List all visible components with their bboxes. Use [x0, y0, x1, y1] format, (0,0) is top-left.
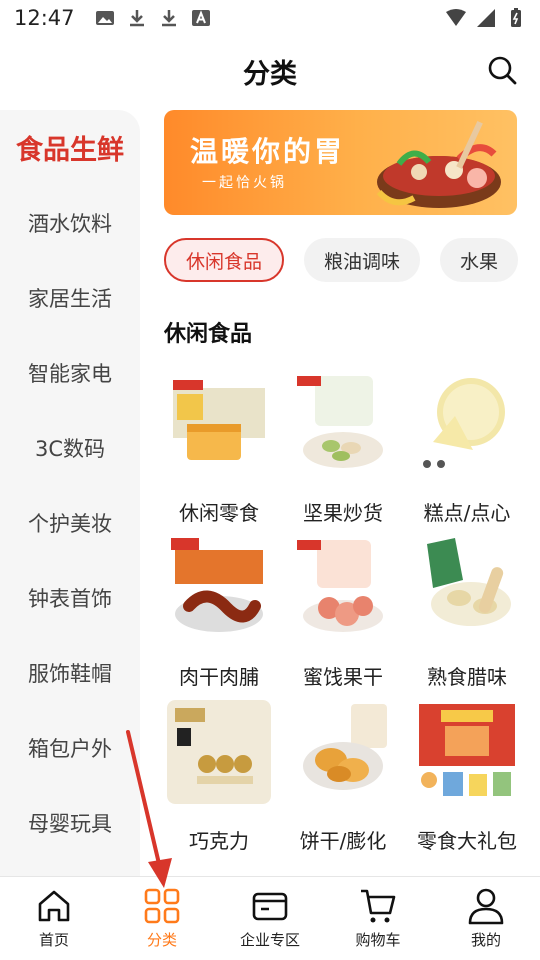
nav-enterprise[interactable]: 企业专区 — [216, 877, 324, 960]
status-time: 12:47 — [14, 6, 75, 30]
grid-item-label: 饼干/膨化 — [299, 829, 387, 853]
bottom-nav: 首页 分类 企业专区 购物车 我的 — [0, 876, 540, 960]
grid-item-jerky[interactable]: 肉干肉脯 — [164, 536, 274, 690]
sidebar-item-drinks[interactable]: 酒水饮料 — [0, 185, 140, 260]
signal-icon — [477, 9, 495, 27]
grid-item-biscuits[interactable]: 饼干/膨化 — [288, 700, 398, 854]
user-icon — [468, 888, 504, 925]
cheesecake-thumbnail — [415, 372, 519, 476]
sidebar-item-appliances[interactable]: 智能家电 — [0, 335, 140, 410]
banner-title: 温暖你的胃 — [190, 135, 346, 168]
annotation-arrow-icon — [126, 730, 172, 888]
grid-item-label: 零食大礼包 — [417, 829, 517, 853]
sidebar-item-baby[interactable]: 母婴玩具 — [0, 785, 140, 860]
nav-profile[interactable]: 我的 — [432, 877, 540, 960]
wifi-icon — [446, 9, 466, 26]
grid-item-pastry[interactable]: 糕点/点心 — [412, 372, 522, 526]
banner-subtitle: 一起恰火锅 — [202, 175, 287, 191]
sidebar-item-label: 3C数码 — [34, 436, 106, 461]
sidebar-item-label: 母婴玩具 — [28, 811, 112, 836]
page-title: 分类 — [243, 58, 297, 90]
tab-label: 休闲食品 — [186, 250, 263, 273]
nav-label: 购物车 — [355, 931, 401, 949]
sidebar-item-beauty[interactable]: 个护美妆 — [0, 485, 140, 560]
search-icon[interactable] — [486, 54, 518, 86]
grid-item-gift-pack[interactable]: 零食大礼包 — [412, 700, 522, 854]
nav-label: 企业专区 — [239, 931, 300, 949]
page-header: 分类 — [0, 36, 540, 106]
cart-icon — [361, 889, 396, 923]
grid-item-chocolate[interactable]: 巧克力 — [164, 700, 274, 854]
cake-box-thumbnail — [167, 372, 271, 476]
sidebar-item-apparel[interactable]: 服饰鞋帽 — [0, 635, 140, 710]
sausage-thumbnail — [415, 536, 519, 640]
tab-label: 水果 — [460, 250, 499, 273]
sidebar-item-label: 钟表首饰 — [28, 586, 112, 611]
grid-item-label: 休闲零食 — [179, 501, 259, 525]
nav-home[interactable]: 首页 — [0, 877, 108, 960]
grid-item-label: 蜜饯果干 — [303, 665, 383, 689]
category-sidebar: 食品生鲜 酒水饮料 家居生活 智能家电 3C数码 个护美妆 钟表首饰 服饰鞋帽 … — [0, 110, 140, 876]
hawthorn-slices-thumbnail — [291, 536, 395, 640]
grid-item-label: 糕点/点心 — [423, 501, 511, 525]
nav-label: 首页 — [38, 931, 69, 949]
download-icon — [161, 10, 176, 27]
sidebar-item-label: 服饰鞋帽 — [28, 661, 112, 686]
grid-item-label: 巧克力 — [189, 829, 249, 853]
sidebar-item-food[interactable]: 食品生鲜 — [0, 110, 140, 185]
sidebar-item-label: 个护美妆 — [28, 511, 112, 536]
nav-cart[interactable]: 购物车 — [324, 877, 432, 960]
tab-grain-oil[interactable]: 粮油调味 — [304, 238, 421, 282]
grid-item-nuts[interactable]: 坚果炒货 — [288, 372, 398, 526]
home-icon — [38, 890, 70, 922]
grid-item-dried-fruit[interactable]: 蜜饯果干 — [288, 536, 398, 690]
category-content: 温暖你的胃 一起恰火锅 休闲食品 粮油调味 水果 休闲食品 休闲零食 坚果炒货 … — [164, 110, 540, 876]
status-bar: 12:47 — [0, 0, 540, 36]
download-icon — [129, 10, 144, 27]
chocolate-box-thumbnail — [167, 700, 271, 804]
sidebar-item-label: 食品生鲜 — [16, 135, 124, 166]
nav-label: 我的 — [470, 931, 501, 949]
snack-gift-box-thumbnail — [415, 700, 519, 804]
grid-item-label: 坚果炒货 — [303, 501, 383, 525]
battery-icon — [511, 8, 521, 27]
tab-label: 粮油调味 — [324, 250, 401, 273]
sidebar-item-bags[interactable]: 箱包户外 — [0, 710, 140, 785]
sidebar-item-home[interactable]: 家居生活 — [0, 260, 140, 335]
pistachio-thumbnail — [291, 372, 395, 476]
image-notification-icon — [95, 11, 114, 25]
grid-item-snacks[interactable]: 休闲零食 — [164, 372, 274, 526]
font-icon — [191, 10, 210, 26]
sidebar-item-label: 智能家电 — [28, 361, 112, 386]
tab-fruit[interactable]: 水果 — [440, 238, 519, 282]
duck-neck-thumbnail — [167, 536, 271, 640]
subcategory-tabs: 休闲食品 粮油调味 水果 — [164, 238, 540, 284]
sweet-potato-chips-thumbnail — [291, 700, 395, 804]
promo-banner[interactable]: 温暖你的胃 一起恰火锅 — [164, 110, 517, 215]
nav-label: 分类 — [146, 931, 177, 949]
sidebar-item-label: 箱包户外 — [28, 736, 112, 761]
hotpot-illustration — [376, 120, 501, 208]
sidebar-item-watches[interactable]: 钟表首饰 — [0, 560, 140, 635]
grid-item-label: 肉干肉脯 — [179, 665, 259, 689]
grid-item-deli[interactable]: 熟食腊味 — [412, 536, 522, 690]
sidebar-item-label: 家居生活 — [28, 286, 112, 311]
tab-snacks[interactable]: 休闲食品 — [164, 238, 285, 282]
sidebar-item-3c[interactable]: 3C数码 — [0, 410, 140, 485]
section-title: 休闲食品 — [164, 322, 253, 347]
wallet-icon — [252, 892, 288, 921]
grid-item-label: 熟食腊味 — [427, 665, 507, 689]
sidebar-item-label: 酒水饮料 — [28, 211, 112, 236]
